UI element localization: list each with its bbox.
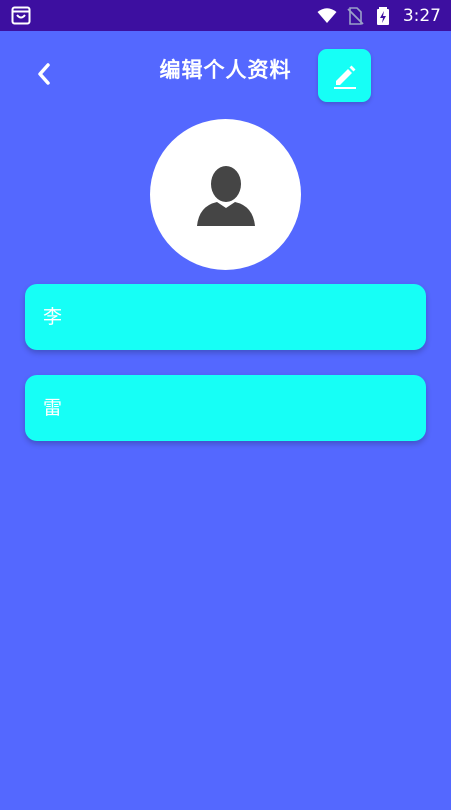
last-name-field[interactable]: 雷 — [25, 375, 426, 441]
status-bar: 3:27 — [0, 0, 451, 31]
avatar[interactable] — [150, 119, 301, 270]
battery-charging-icon — [373, 6, 393, 26]
first-name-field[interactable]: 李 — [25, 284, 426, 350]
status-icons: 3:27 — [317, 0, 441, 31]
page-title-text: 编辑个人资料 — [159, 58, 292, 82]
pencil-icon — [330, 61, 360, 91]
edit-button[interactable] — [318, 49, 371, 102]
last-name-value: 雷 — [43, 397, 63, 419]
no-sim-icon — [345, 6, 365, 26]
first-name-value: 李 — [43, 306, 63, 328]
page-title: 编辑个人资料 — [0, 56, 451, 84]
user-silhouette-icon — [191, 160, 261, 230]
status-time: 3:27 — [402, 5, 441, 26]
shopping-bag-icon — [11, 6, 31, 25]
wifi-icon — [317, 6, 337, 26]
